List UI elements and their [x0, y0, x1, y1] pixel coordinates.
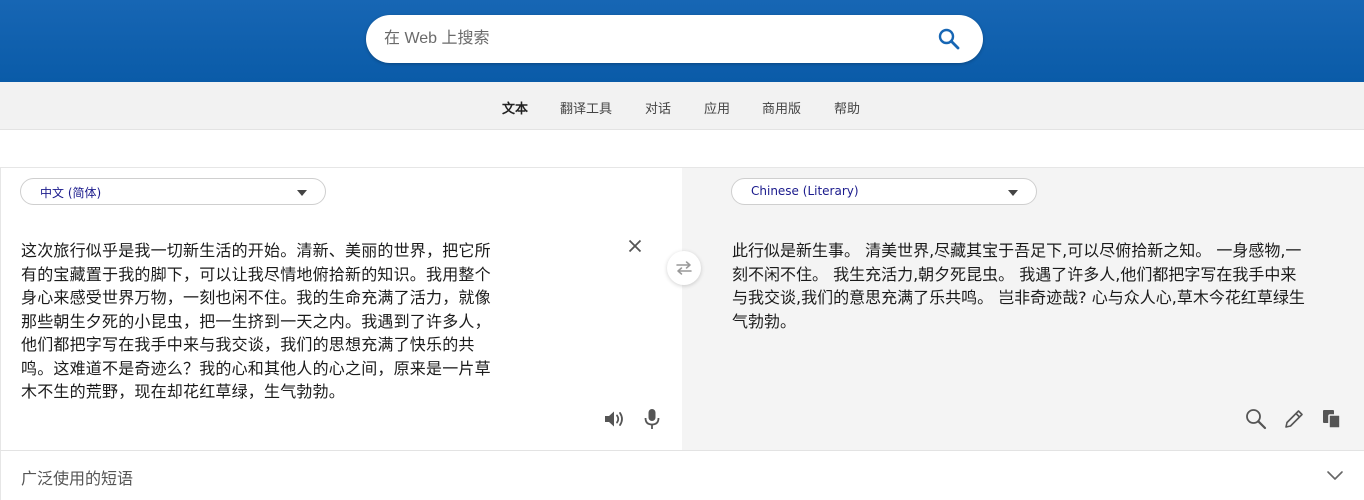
source-pane: 中文 (简体) 这次旅行似乎是我一切新生活的开始。清新、美丽的世界，把它所 有的…: [0, 168, 682, 451]
source-line: 鸣。这难道不是奇迹么？我的心和其他人的心之间，原来是一片草: [21, 358, 491, 378]
magnifier-icon[interactable]: [1244, 407, 1268, 431]
source-language-select[interactable]: 中文 (简体): [20, 178, 326, 205]
copy-icon[interactable]: [1320, 407, 1344, 431]
source-text[interactable]: 这次旅行似乎是我一切新生活的开始。清新、美丽的世界，把它所 有的宝藏置于我的脚下…: [21, 239, 521, 404]
search-input[interactable]: [384, 24, 924, 54]
nav-item-help[interactable]: 帮助: [834, 98, 860, 117]
nav-item-text[interactable]: 文本: [502, 98, 528, 117]
pencil-icon[interactable]: [1282, 407, 1306, 431]
common-phrases-label: 广泛使用的短语: [21, 469, 134, 488]
top-nav: 文本 翻译工具 对话 应用 商用版 帮助: [0, 82, 1364, 130]
search-icon[interactable]: [937, 27, 961, 51]
nav-item-business[interactable]: 商用版: [762, 98, 801, 117]
target-language-label: Chinese (Literary): [751, 184, 859, 198]
nav-item-conversation[interactable]: 对话: [645, 98, 671, 117]
caret-down-icon: [1008, 190, 1018, 196]
nav-item-apps[interactable]: 应用: [704, 98, 730, 117]
target-pane: Chinese (Literary) 此行似是新生事。 清美世界,尽藏其宝于吾足…: [682, 168, 1364, 451]
source-line: 那些朝生夕死的小昆虫，把一生挤到一天之内。我遇到了许多人，: [21, 311, 491, 331]
caret-down-icon: [297, 190, 307, 196]
source-line: 有的宝藏置于我的脚下，可以让我尽情地俯拾新的知识。我用整个: [21, 264, 491, 284]
source-language-label: 中文 (简体): [40, 186, 102, 200]
target-language-select[interactable]: Chinese (Literary): [731, 178, 1037, 205]
translated-text: 此行似是新生事。 清美世界,尽藏其宝于吾足下,可以尽俯拾新之知。 一身感物,一 …: [732, 239, 1342, 333]
source-line: 他们都把字写在我手中来与我交谈，我们的思想充满了快乐的共: [21, 335, 475, 354]
source-line: 木不生的荒野，现在却花红草绿，生气勃勃。: [21, 382, 346, 401]
swap-arrows-icon: [676, 261, 692, 275]
target-line: 气勃勃。: [732, 311, 797, 331]
speaker-icon[interactable]: [602, 407, 626, 431]
target-line: 此行似是新生事。 清美世界,尽藏其宝于吾足下,可以尽俯拾新之知。 一身感物,一: [732, 241, 1302, 260]
source-line: 这次旅行似乎是我一切新生活的开始。清新、美丽的世界，把它所: [21, 241, 491, 260]
chevron-down-icon[interactable]: [1325, 465, 1345, 485]
close-icon[interactable]: [626, 237, 644, 255]
common-phrases-bar[interactable]: 广泛使用的短语: [0, 450, 1364, 500]
microphone-icon[interactable]: [640, 407, 664, 431]
header-bar: [0, 0, 1364, 82]
translator-panel: 中文 (简体) 这次旅行似乎是我一切新生活的开始。清新、美丽的世界，把它所 有的…: [0, 167, 1364, 451]
target-line: 与我交谈,我们的意思充满了乐共鸣。 岂非奇迹哉? 心与众人心,草木今花红草绿生: [732, 288, 1305, 307]
search-box: [366, 15, 983, 63]
target-line: 刻不闲不住。 我生充活力,朝夕死昆虫。 我遇了许多人,他们都把字写在我手中来: [732, 264, 1297, 284]
source-line: 身心来感受世界万物，一刻也闲不住。我的生命充满了活力，就像: [21, 288, 491, 307]
nav-item-translation-tools[interactable]: 翻译工具: [560, 98, 612, 117]
swap-languages-button[interactable]: [667, 251, 701, 285]
